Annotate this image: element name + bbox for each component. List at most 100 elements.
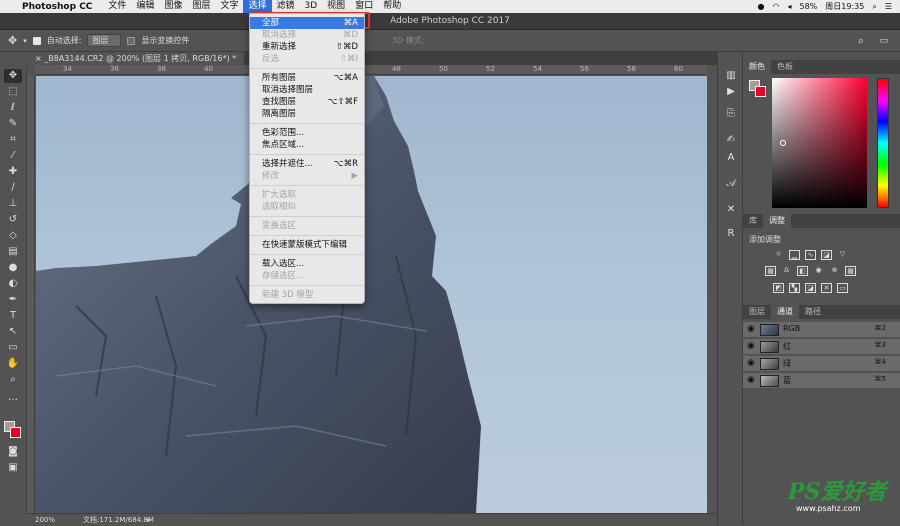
wifi-icon[interactable]: ◠ [773, 2, 780, 11]
levels-adjust-icon[interactable]: ▁ [789, 250, 800, 260]
path-select-tool-icon[interactable]: ↖ [4, 325, 22, 339]
type-tool-icon[interactable]: T [4, 309, 22, 323]
tool-preset-dropdown-icon[interactable]: ▾ [23, 37, 27, 45]
color-lookup-icon[interactable]: ▦ [845, 266, 856, 276]
menu-item-select-and-mask[interactable]: 选择并遮住... ⌥⌘R [250, 158, 364, 170]
volume-icon[interactable]: ◂ [787, 2, 791, 11]
visibility-eye-icon[interactable]: ◉ [747, 358, 755, 368]
color-balance-icon[interactable]: ♎ [781, 266, 792, 276]
hue-saturation-icon[interactable]: ▦ [765, 266, 776, 276]
lasso-tool-icon[interactable]: ℓ [4, 101, 22, 115]
tool-presets-icon[interactable]: ✕ [724, 204, 738, 218]
clock-text[interactable]: 周日19:35 [825, 1, 864, 12]
tab-swatches[interactable]: 色板 [771, 60, 799, 74]
hue-slider[interactable] [877, 78, 889, 208]
channel-row-blue[interactable]: ◉ 蓝 ⌘5 [743, 373, 900, 389]
pen-tool-icon[interactable]: ✒ [4, 293, 22, 307]
workspace-icon[interactable]: ▭ [879, 36, 888, 46]
curves-adjust-icon[interactable]: ∿ [805, 250, 816, 260]
menu-image[interactable]: 图像 [159, 0, 187, 13]
notification-icon[interactable]: ☰ [885, 2, 892, 11]
hand-tool-icon[interactable]: ✋ [4, 357, 22, 371]
menu-layer[interactable]: 图层 [187, 0, 215, 13]
vertical-ruler[interactable] [27, 75, 35, 513]
exposure-adjust-icon[interactable]: ◪ [821, 250, 832, 260]
menu-item-reselect[interactable]: 重新选择 ⇧⌘D [250, 41, 364, 53]
invert-adjust-icon[interactable]: ◩ [773, 283, 784, 293]
actions-panel-icon[interactable]: ▶ [724, 86, 738, 100]
menu-item-isolate-layers[interactable]: 隔离图层 [250, 108, 364, 120]
channel-mixer-icon[interactable]: ⊕ [829, 266, 840, 276]
brush-panel-icon[interactable]: ✍ [724, 134, 738, 148]
tab-color[interactable]: 颜色 [743, 60, 771, 74]
black-white-icon[interactable]: ◧ [797, 266, 808, 276]
history-brush-tool-icon[interactable]: ↺ [4, 213, 22, 227]
menu-item-load-selection[interactable]: 载入选区... [250, 258, 364, 270]
menu-item-transform-selection[interactable]: 变换选区 [250, 220, 364, 232]
menu-item-focus-area[interactable]: 焦点区域... [250, 139, 364, 151]
channel-row-rgb[interactable]: ◉ RGB ⌘2 [743, 322, 900, 338]
menu-item-find-layers[interactable]: 查找图层 ⌥⇧⌘F [250, 96, 364, 108]
tab-adjustments[interactable]: 调整 [763, 214, 791, 228]
menu-item-select-all[interactable]: 全部 ⌘A [250, 17, 364, 29]
selective-color-icon[interactable]: ✕ [821, 283, 832, 293]
gradient-tool-icon[interactable]: ▤ [4, 245, 22, 259]
menu-item-deselect[interactable]: 取消选择 ⌘D [250, 29, 364, 41]
rectangle-tool-icon[interactable]: ▭ [4, 341, 22, 355]
background-color-swatch[interactable] [10, 427, 21, 438]
blur-tool-icon[interactable]: ● [4, 261, 22, 275]
brightness-adjust-icon[interactable]: ☼ [773, 250, 784, 260]
document-canvas[interactable] [36, 76, 707, 513]
close-icon[interactable]: × [35, 54, 44, 63]
history-panel-icon[interactable]: ▥ [724, 70, 738, 84]
quick-mask-icon[interactable]: ◙ [4, 445, 22, 459]
menu-item-color-range[interactable]: 色彩范围... [250, 127, 364, 139]
character-panel-icon[interactable]: A [724, 152, 738, 166]
tab-libraries[interactable]: 库 [743, 214, 763, 228]
more-tools-icon[interactable]: … [4, 391, 22, 405]
menu-help[interactable]: 帮助 [378, 0, 406, 13]
doc-size-info[interactable]: 文档:171.2M/684.8M [83, 514, 154, 526]
move-tool-icon[interactable]: ✥ [8, 34, 17, 47]
visibility-eye-icon[interactable]: ◉ [747, 341, 755, 351]
menu-type[interactable]: 文字 [215, 0, 243, 13]
clone-stamp-tool-icon[interactable]: ⊥ [4, 197, 22, 211]
channel-row-red[interactable]: ◉ 红 ⌘3 [743, 339, 900, 355]
visibility-eye-icon[interactable]: ◉ [747, 375, 755, 385]
threshold-adjust-icon[interactable]: ◪ [805, 283, 816, 293]
battery-text[interactable]: 58% [800, 2, 818, 11]
channel-row-green[interactable]: ◉ 绿 ⌘4 [743, 356, 900, 372]
color-picker-field[interactable] [772, 78, 867, 208]
gradient-map-icon[interactable]: ▭ [837, 283, 848, 293]
move-tool-icon[interactable]: ✥ [4, 69, 22, 83]
menu-item-save-selection[interactable]: 存储选区... [250, 270, 364, 282]
marquee-tool-icon[interactable]: ⬚ [4, 85, 22, 99]
menu-item-grow[interactable]: 扩大选取 [250, 189, 364, 201]
vibrance-adjust-icon[interactable]: ▽ [837, 250, 848, 260]
visibility-eye-icon[interactable]: ◉ [747, 324, 755, 334]
menu-item-modify[interactable]: 修改 ▶ [250, 170, 364, 182]
menu-edit[interactable]: 编辑 [131, 0, 159, 13]
status-arrow-icon[interactable]: ▸ [147, 514, 151, 526]
auto-select-dropdown[interactable]: 图层 [87, 34, 122, 47]
quick-select-tool-icon[interactable]: ✎ [4, 117, 22, 131]
paragraph-panel-icon[interactable]: 𝒜 [724, 178, 738, 192]
menu-item-all-layers[interactable]: 所有图层 ⌥⌘A [250, 72, 364, 84]
app-menu[interactable]: Photoshop CC [22, 2, 92, 12]
zoom-level[interactable]: 200% [35, 514, 55, 526]
healing-brush-tool-icon[interactable]: ✚ [4, 165, 22, 179]
brush-tool-icon[interactable]: ∕ [4, 181, 22, 195]
crop-tool-icon[interactable]: ⌗ [4, 133, 22, 147]
posterize-adjust-icon[interactable]: ▚ [789, 283, 800, 293]
eraser-tool-icon[interactable]: ◇ [4, 229, 22, 243]
clone-source-icon[interactable]: R [724, 228, 738, 242]
photo-filter-icon[interactable]: ◉ [813, 266, 824, 276]
menu-file[interactable]: 文件 [103, 0, 131, 13]
color-picker-cursor[interactable] [780, 140, 786, 146]
horizontal-ruler[interactable]: 3436384042444648505254565860 [35, 65, 707, 75]
menu-item-quick-mask[interactable]: 在快速蒙版模式下编辑 [250, 239, 364, 251]
search-spotlight-icon[interactable]: ⌕ [872, 2, 876, 12]
auto-select-checkbox[interactable] [32, 36, 41, 45]
color-bg-swatch[interactable] [755, 86, 766, 97]
screen-mode-icon[interactable]: ▣ [4, 461, 22, 475]
